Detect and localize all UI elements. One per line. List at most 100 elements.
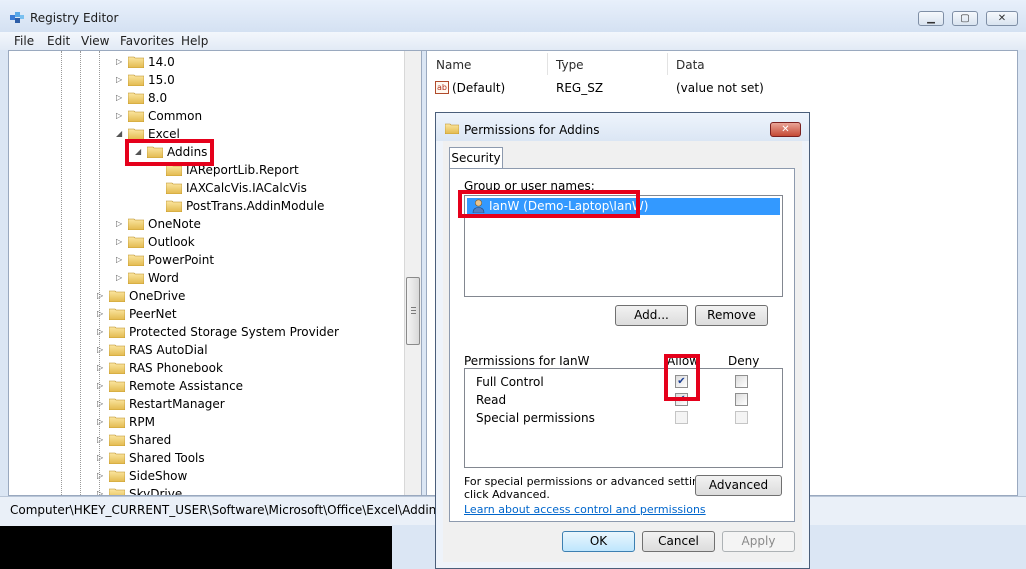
close-button[interactable]: ✕ <box>986 11 1018 26</box>
window-title: Registry Editor <box>30 11 119 25</box>
ok-button[interactable]: OK <box>562 531 635 552</box>
expand-arrow-icon[interactable]: ▷ <box>97 435 106 444</box>
permissions-list: Full Control ✔ Read ✔ Special permission… <box>464 368 783 468</box>
expand-arrow-icon[interactable]: ▷ <box>97 417 106 426</box>
tree-guide-line <box>80 51 82 495</box>
scrollbar-thumb[interactable] <box>406 277 420 345</box>
folder-icon <box>445 123 459 134</box>
tree-item-label: Common <box>148 109 203 123</box>
expand-arrow-icon[interactable]: ▷ <box>97 345 106 354</box>
column-header-type[interactable]: Type <box>556 58 584 72</box>
expand-arrow-icon[interactable]: ▷ <box>97 453 106 462</box>
folder-icon <box>109 470 125 482</box>
advanced-button[interactable]: Advanced <box>695 475 782 496</box>
full-control-deny-checkbox[interactable] <box>735 375 748 388</box>
status-path: Computer\HKEY_CURRENT_USER\Software\Micr… <box>10 503 443 517</box>
string-value-icon: ab <box>435 81 449 94</box>
folder-icon <box>128 218 144 230</box>
expand-arrow-icon <box>154 183 163 192</box>
menu-view[interactable]: View <box>81 34 109 48</box>
tree-item-label: RAS AutoDial <box>129 343 208 357</box>
tree-item-label: RestartManager <box>129 397 225 411</box>
deny-header: Deny <box>728 354 760 368</box>
tree-item-label: Protected Storage System Provider <box>129 325 339 339</box>
highlight-box-allow <box>664 354 700 401</box>
expand-arrow-icon[interactable]: ▷ <box>116 57 125 66</box>
apply-button[interactable]: Apply <box>722 531 795 552</box>
column-header-name[interactable]: Name <box>436 58 471 72</box>
value-name[interactable]: (Default) <box>452 81 505 95</box>
dialog-title-bar[interactable]: Permissions for Addins ✕ <box>436 113 809 141</box>
expand-arrow-icon[interactable]: ▷ <box>116 111 125 120</box>
read-deny-checkbox[interactable] <box>735 393 748 406</box>
add-button[interactable]: Add... <box>615 305 688 326</box>
tree-item-label: SkyDrive <box>129 487 183 495</box>
permission-read: Read <box>476 393 507 407</box>
value-type: REG_SZ <box>556 81 604 95</box>
expand-arrow-icon[interactable]: ▷ <box>116 75 125 84</box>
tree-scrollbar[interactable] <box>404 51 421 495</box>
expand-arrow-icon[interactable]: ▷ <box>97 381 106 390</box>
registry-editor-icon <box>10 12 24 23</box>
tree-item-label: RPM <box>129 415 155 429</box>
folder-icon <box>109 452 125 464</box>
folder-icon <box>128 92 144 104</box>
remove-button[interactable]: Remove <box>695 305 768 326</box>
expand-arrow-icon[interactable]: ▷ <box>116 255 125 264</box>
highlight-box-addins <box>125 139 214 166</box>
special-note-line2: click Advanced. <box>464 488 550 501</box>
expand-arrow-icon[interactable]: ▷ <box>97 363 106 372</box>
tree-item-label: PowerPoint <box>148 253 215 267</box>
tree-item-label: Shared <box>129 433 172 447</box>
folder-icon <box>109 326 125 338</box>
tree-item-label: Outlook <box>148 235 195 249</box>
expand-arrow-icon[interactable]: ▷ <box>116 273 125 282</box>
folder-icon <box>128 110 144 122</box>
tree-item-label: PeerNet <box>129 307 177 321</box>
folder-icon <box>166 182 182 194</box>
folder-icon <box>109 398 125 410</box>
column-header-data[interactable]: Data <box>676 58 705 72</box>
menu-favorites[interactable]: Favorites <box>120 34 174 48</box>
expand-arrow-icon[interactable]: ▷ <box>116 237 125 246</box>
folder-icon <box>128 74 144 86</box>
dialog-close-button[interactable]: ✕ <box>770 122 801 137</box>
registry-tree[interactable]: ▷ 14.0 ▷ 15.0 ▷ 8.0 ▷ Common ◢ Excel ◢ Addins IARepo… <box>9 51 404 495</box>
learn-more-link[interactable]: Learn about access control and permissio… <box>464 503 706 516</box>
menu-edit[interactable]: Edit <box>47 34 70 48</box>
menu-file[interactable]: File <box>14 34 34 48</box>
expand-arrow-icon[interactable]: ▷ <box>97 291 106 300</box>
expand-arrow-icon[interactable]: ▷ <box>97 489 106 495</box>
minimize-button[interactable]: ▁ <box>918 11 944 26</box>
title-bar[interactable]: Registry Editor ▁ ▢ ✕ <box>0 0 1026 32</box>
expand-arrow-icon[interactable]: ▷ <box>97 471 106 480</box>
tree-item-label: 14.0 <box>148 55 175 69</box>
value-data: (value not set) <box>676 81 764 95</box>
tree-item-label: Shared Tools <box>129 451 205 465</box>
maximize-button[interactable]: ▢ <box>952 11 978 26</box>
permission-full-control: Full Control <box>476 375 544 389</box>
permissions-for-label: Permissions for IanW <box>464 354 590 368</box>
tree-guide-line <box>61 51 63 495</box>
expand-arrow-icon[interactable]: ▷ <box>116 219 125 228</box>
highlight-box-user <box>458 190 640 218</box>
expand-arrow-icon[interactable]: ▷ <box>97 327 106 336</box>
tree-item-label: IAXCalcVis.IACalcVis <box>186 181 307 195</box>
expand-arrow-icon[interactable]: ▷ <box>97 309 106 318</box>
menu-help[interactable]: Help <box>181 34 208 48</box>
special-note-line1: For special permissions or advanced sett… <box>464 475 716 488</box>
cancel-button[interactable]: Cancel <box>642 531 715 552</box>
expand-arrow-icon[interactable]: ▷ <box>116 93 125 102</box>
folder-icon <box>128 56 144 68</box>
expand-arrow-icon[interactable]: ▷ <box>97 399 106 408</box>
folder-icon <box>128 236 144 248</box>
folder-icon <box>109 416 125 428</box>
column-separator[interactable] <box>667 53 668 75</box>
tree-item-label: 15.0 <box>148 73 175 87</box>
collapse-arrow-icon[interactable]: ◢ <box>116 129 125 138</box>
folder-icon <box>109 434 125 446</box>
expand-arrow-icon <box>154 165 163 174</box>
tree-item-label: Word <box>148 271 179 285</box>
column-separator[interactable] <box>547 53 548 75</box>
tab-security[interactable]: Security <box>449 147 503 169</box>
